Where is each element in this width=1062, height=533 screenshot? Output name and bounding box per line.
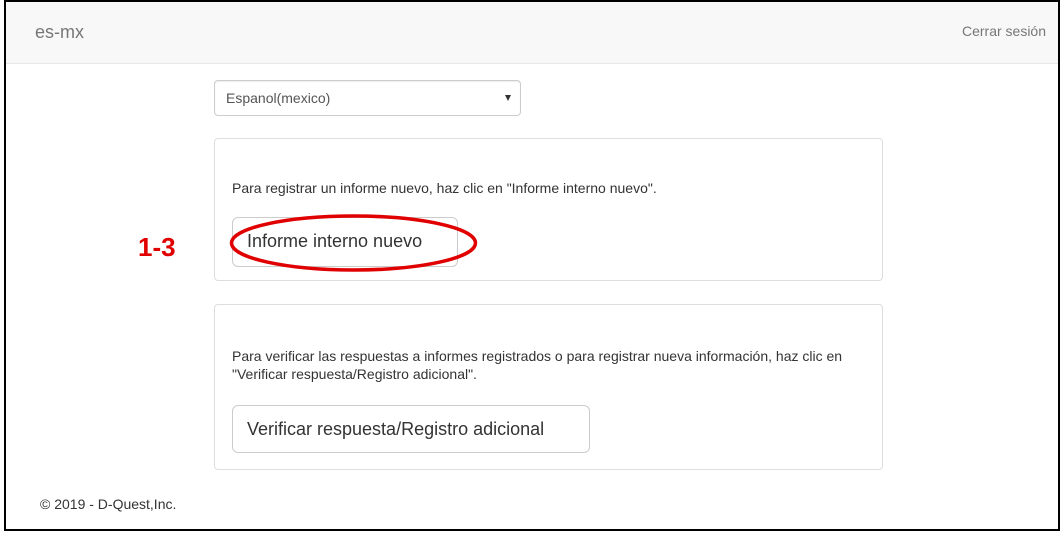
app-window: es-mx Cerrar sesión Espanol(mexico) Para… bbox=[4, 0, 1060, 531]
step-annotation-label: 1-3 bbox=[138, 232, 176, 262]
verify-response-instruction: Para verificar las respuestas a informes… bbox=[232, 348, 843, 382]
language-select[interactable]: Espanol(mexico) bbox=[214, 80, 521, 116]
logout-link[interactable]: Cerrar sesión bbox=[962, 23, 1046, 39]
verify-response-button[interactable]: Verificar respuesta/Registro adicional bbox=[232, 405, 590, 453]
new-report-instruction: Para registrar un informe nuevo, haz cli… bbox=[232, 180, 657, 196]
footer-copyright: © 2019 - D-Quest,Inc. bbox=[40, 496, 177, 512]
chevron-down-icon bbox=[505, 95, 511, 101]
verify-response-panel: Para verificar las respuestas a informes… bbox=[214, 304, 883, 470]
highlight-ellipse-icon bbox=[229, 214, 478, 272]
language-select-value: Espanol(mexico) bbox=[226, 90, 331, 106]
brand-link[interactable]: es-mx bbox=[35, 22, 84, 43]
top-navbar: es-mx Cerrar sesión bbox=[6, 2, 1058, 64]
